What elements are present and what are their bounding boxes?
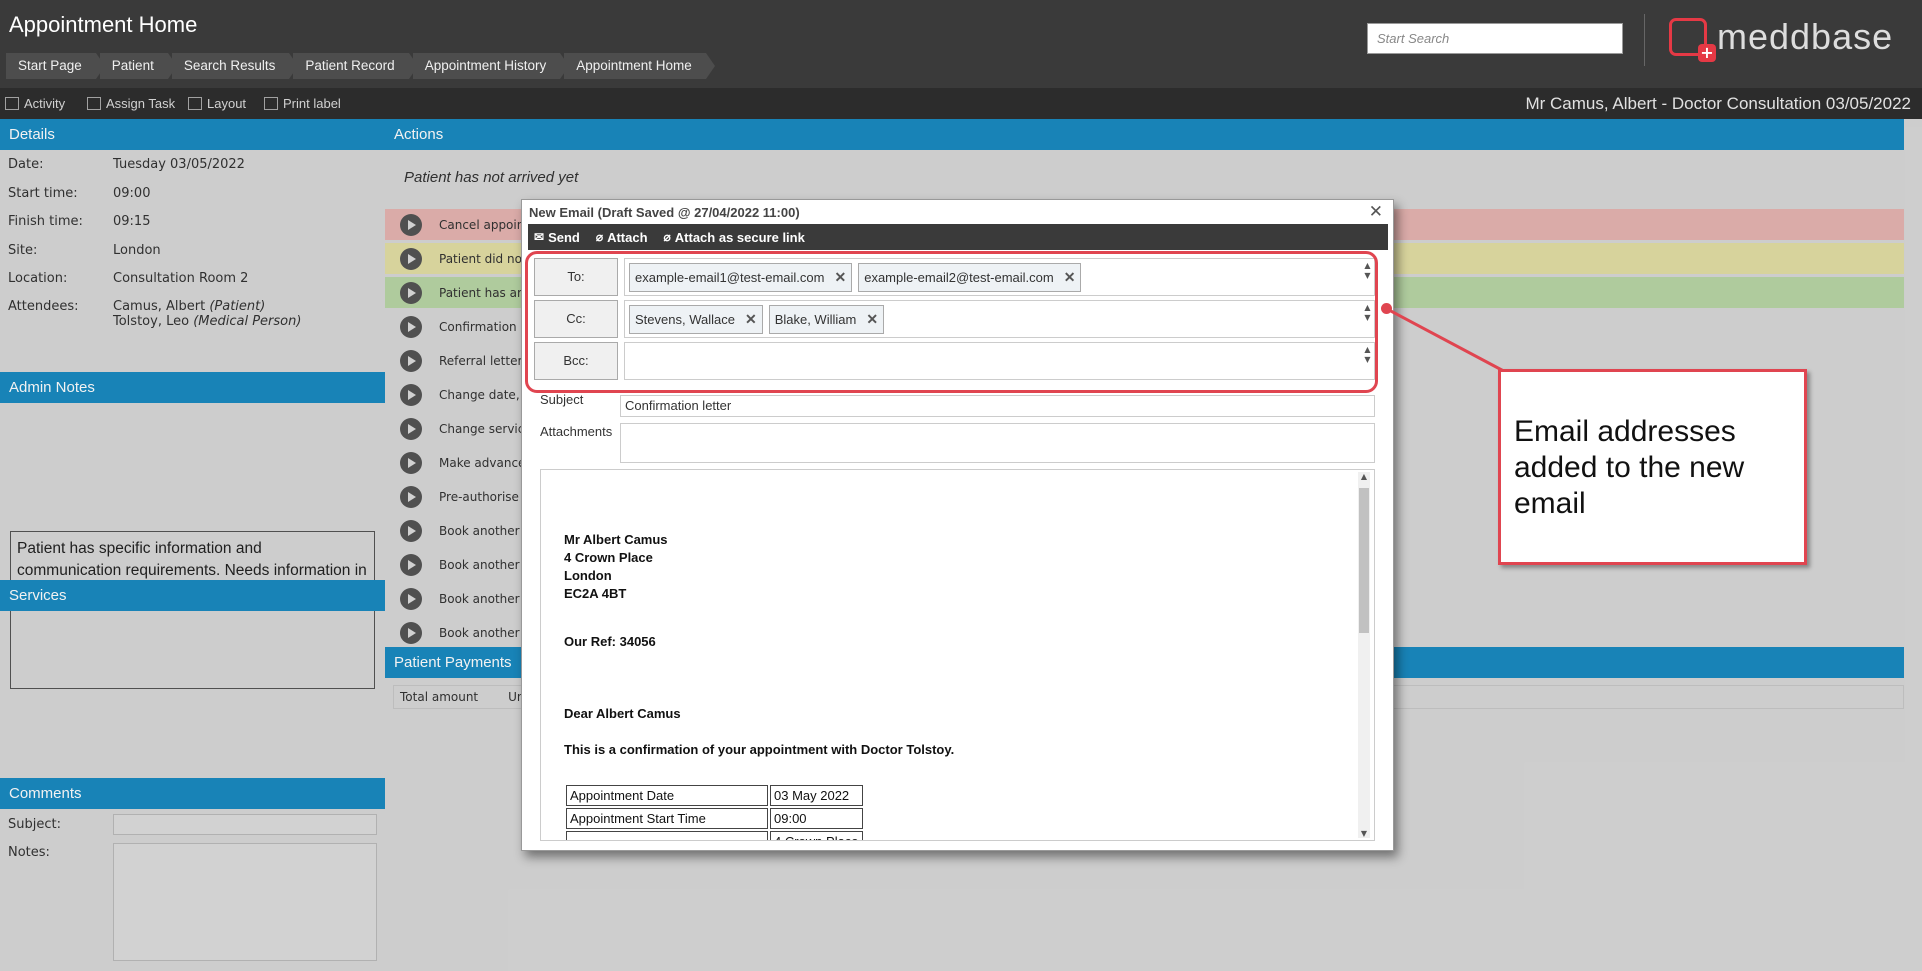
body-address-line: EC2A 4BT bbox=[564, 586, 627, 601]
scrollbar-thumb[interactable] bbox=[1359, 488, 1369, 633]
page-title: Appointment Home bbox=[9, 12, 198, 37]
scroll-up-icon[interactable]: ▲ bbox=[1358, 472, 1370, 481]
attach-button[interactable]: ⌀ Attach bbox=[596, 230, 648, 245]
dialog-title: New Email (Draft Saved @ 27/04/2022 11:0… bbox=[529, 205, 800, 220]
subject-label: Subject bbox=[540, 392, 584, 407]
breadcrumb-patient-record[interactable]: Patient Record bbox=[293, 53, 419, 79]
body-address-line: London bbox=[564, 568, 612, 583]
breadcrumb-patient[interactable]: Patient bbox=[99, 53, 177, 79]
email-toolbar: ✉ Send ⌀ Attach ⌀ Attach as secure link bbox=[528, 224, 1388, 250]
body-reference: Our Ref: 34056 bbox=[564, 634, 656, 649]
logo-divider bbox=[1644, 14, 1645, 66]
subject-input[interactable]: Confirmation letter bbox=[620, 395, 1375, 417]
table-row: 4 Crown Place bbox=[566, 831, 863, 840]
callout-box: Email addresses added to the new email bbox=[1498, 369, 1807, 565]
body-greeting: Dear Albert Camus bbox=[564, 706, 681, 721]
body-scrollbar[interactable]: ▲ ▼ bbox=[1358, 472, 1370, 838]
appointment-details-table: Appointment Date 03 May 2022 Appointment … bbox=[564, 783, 865, 840]
table-row: Appointment Start Time 09:00 bbox=[566, 808, 863, 829]
body-address-line: 4 Crown Place bbox=[564, 550, 653, 565]
body-address-line: Mr Albert Camus bbox=[564, 532, 668, 547]
search-input[interactable] bbox=[1367, 23, 1623, 54]
table-row: Appointment Date 03 May 2022 bbox=[566, 785, 863, 806]
meddbase-logo: meddbase bbox=[1669, 16, 1894, 62]
scroll-down-icon[interactable]: ▼ bbox=[1358, 829, 1370, 838]
breadcrumb-start-page[interactable]: Start Page bbox=[6, 53, 105, 79]
envelope-icon: ✉ bbox=[534, 230, 545, 244]
top-bar: Appointment Home Start Page Patient Sear… bbox=[0, 0, 1922, 88]
send-button[interactable]: ✉ Send bbox=[534, 230, 580, 245]
highlight-frame bbox=[525, 251, 1378, 393]
breadcrumb-search-results[interactable]: Search Results bbox=[171, 53, 298, 79]
email-body-editor[interactable]: Mr Albert Camus 4 Crown Place London EC2… bbox=[540, 469, 1375, 841]
logo-text: meddbase bbox=[1717, 16, 1894, 57]
breadcrumb-appointment-history[interactable]: Appointment History bbox=[412, 53, 569, 79]
attachments-label: Attachments bbox=[540, 424, 613, 439]
attachments-field[interactable] bbox=[620, 423, 1375, 463]
breadcrumb: Start Page Patient Search Results Patien… bbox=[6, 53, 715, 79]
paperclip-icon: ⌀ bbox=[595, 230, 604, 244]
meddbase-logo-icon bbox=[1669, 18, 1716, 62]
breadcrumb-appointment-home[interactable]: Appointment Home bbox=[564, 53, 715, 79]
link-icon: ⌀ bbox=[663, 230, 671, 244]
close-icon[interactable]: ✕ bbox=[1369, 202, 1383, 222]
attach-secure-link-button[interactable]: ⌀ Attach as secure link bbox=[664, 230, 805, 245]
body-intro: This is a confirmation of your appointme… bbox=[564, 742, 955, 757]
